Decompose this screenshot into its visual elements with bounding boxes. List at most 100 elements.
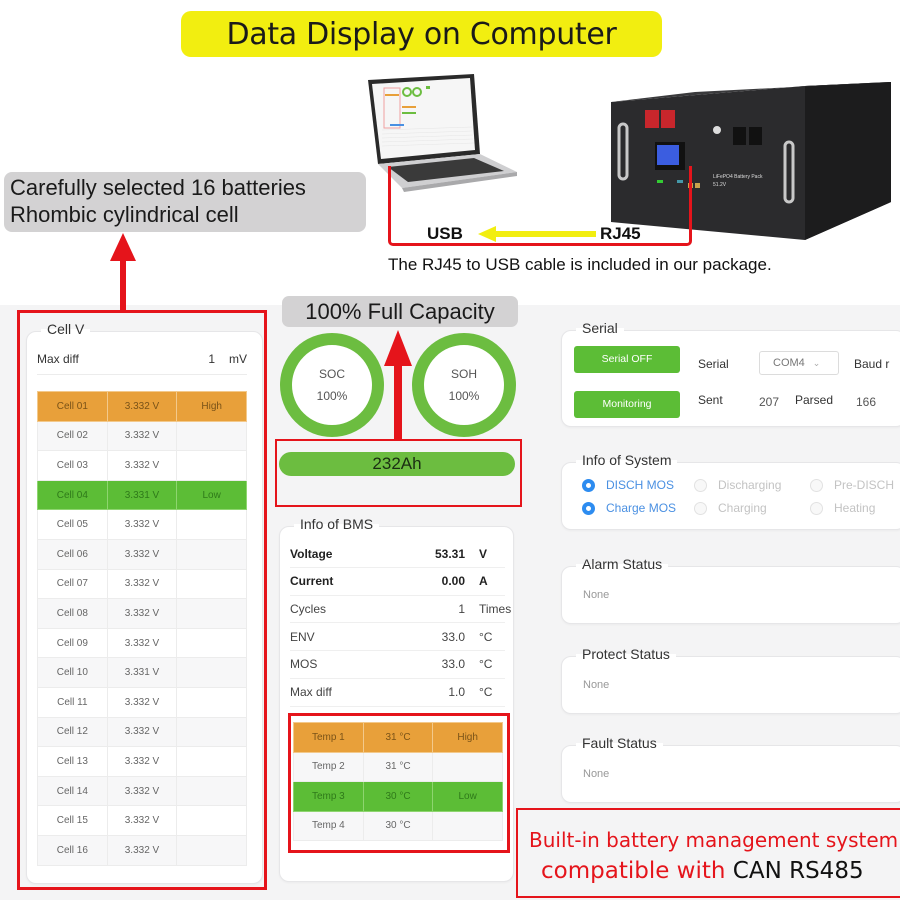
bms-info-key: Voltage — [290, 546, 333, 561]
chevron-down-icon: ⌄ — [812, 357, 821, 368]
fault-status-value: None — [583, 768, 610, 780]
rj45-label: RJ45 — [600, 224, 641, 243]
system-indicator: Pre-DISCH — [810, 478, 894, 492]
cell-row-name: Cell 07 — [37, 568, 108, 600]
temp-row: Temp 2 31 °C — [293, 751, 503, 782]
cell-row-flag — [176, 568, 247, 600]
cell-v-panel: Cell V Max diff 1 mV Cell 01 3.332 V High C… — [26, 321, 263, 884]
cell-row-flag — [176, 834, 247, 866]
bms-callout-line2: compatible with CAN RS485 — [541, 858, 864, 884]
cell-row: Cell 04 3.331 V Low — [37, 479, 247, 511]
bms-info-value: 1.0 — [448, 685, 465, 699]
temperature-table: Temp 1 31 °C High Temp 2 31 °C Temp 3 30 °C Low… — [293, 722, 503, 841]
temp-row-flag — [432, 751, 503, 782]
cell-row: Cell 02 3.332 V — [37, 420, 247, 452]
max-diff-unit: mV — [229, 352, 247, 366]
cell-row-flag — [176, 450, 247, 481]
cell-row-flag — [176, 746, 247, 777]
bms-info-row: MOS 33.0 °C — [290, 651, 505, 679]
cell-row-voltage: 3.332 V — [106, 598, 178, 629]
temp-row-flag — [432, 810, 503, 841]
bms-info-unit: °C — [479, 629, 493, 644]
cell-row-voltage: 3.332 V — [106, 391, 178, 422]
cell-row-name: Cell 01 — [37, 391, 108, 422]
bms-info-key: Current — [290, 574, 334, 589]
bms-info-unit: °C — [479, 685, 493, 699]
alarm-status-panel: Alarm Status None — [561, 556, 900, 624]
system-indicator-label: Discharging — [718, 478, 782, 492]
cell-row-flag: High — [176, 391, 247, 422]
bms-info-value: 33.0 — [441, 657, 465, 672]
baud-rate-label: Baud r — [854, 357, 890, 371]
capacity-bar: 232Ah — [279, 452, 515, 476]
monitoring-button[interactable]: Monitoring — [574, 391, 680, 418]
cell-row-flag — [176, 775, 247, 807]
system-info-legend: Info of System — [576, 452, 678, 468]
temp-row-flag: Low — [432, 781, 503, 812]
system-indicator-label: Charging — [718, 501, 767, 515]
cell-row: Cell 07 3.332 V — [37, 568, 247, 600]
radio-unchecked-icon — [694, 501, 707, 515]
bms-info-row: Max diff 1.0 °C — [290, 679, 505, 707]
cell-row-name: Cell 14 — [37, 775, 108, 807]
serial-off-button[interactable]: Serial OFF — [574, 346, 680, 373]
system-indicator-label: Pre-DISCH — [834, 478, 895, 492]
cell-row-flag — [176, 686, 247, 718]
max-diff-value: 1 — [208, 352, 215, 366]
cell-row-voltage: 3.331 V — [106, 657, 178, 688]
system-indicator: Heating — [810, 501, 875, 515]
cell-row-name: Cell 03 — [37, 450, 108, 481]
bms-info-unit: °C — [479, 657, 493, 672]
cell-row: Cell 13 3.332 V — [37, 746, 247, 777]
cell-row-voltage: 3.332 V — [106, 686, 178, 718]
cell-row-voltage: 3.332 V — [106, 627, 178, 659]
cell-row-name: Cell 13 — [37, 746, 108, 777]
soh-label: SOH — [450, 367, 477, 381]
parsed-label: Parsed — [795, 393, 834, 407]
soc-label: SOC — [318, 367, 345, 381]
cell-row-flag — [176, 657, 247, 688]
protect-status-value: None — [583, 679, 610, 691]
max-diff-label: Max diff — [37, 352, 79, 366]
cell-row-voltage: 3.332 V — [106, 568, 178, 600]
bms-info-key: Cycles — [290, 601, 327, 616]
bms-info-value: 1 — [458, 601, 465, 616]
cell-row: Cell 12 3.332 V — [37, 716, 247, 748]
protect-status-legend: Protect Status — [576, 646, 676, 662]
cell-row-name: Cell 12 — [37, 716, 108, 748]
cell-row-flag — [176, 420, 247, 452]
parsed-value: 166 — [856, 395, 877, 409]
cell-row-flag — [176, 509, 247, 540]
cell-row-name: Cell 15 — [37, 805, 108, 836]
capacity-callout: 100% Full Capacity — [282, 296, 518, 327]
system-indicator: Charging — [694, 501, 767, 515]
arrow-up-icon — [384, 330, 412, 440]
divider — [37, 374, 247, 375]
battery-label: LiFePO4 Battery Pack — [713, 174, 763, 180]
cell-row-voltage: 3.331 V — [106, 479, 178, 511]
cell-row-voltage: 3.332 V — [106, 450, 178, 481]
system-indicator-label: DISCH MOS — [606, 478, 675, 492]
temp-row-name: Temp 3 — [293, 781, 364, 812]
cell-row-flag: Low — [176, 479, 247, 511]
cell-row-voltage: 3.332 V — [106, 420, 178, 452]
cell-row-voltage: 3.332 V — [106, 775, 178, 807]
soc-value: 100% — [316, 389, 348, 403]
bms-compatibility-callout: Built-in battery management system compa… — [516, 808, 900, 898]
protect-status-panel: Protect Status None — [561, 646, 900, 714]
fault-status-legend: Fault Status — [576, 735, 663, 751]
serial-port-select[interactable]: COM4 ⌄ — [759, 351, 839, 375]
cell-row: Cell 09 3.332 V — [37, 627, 247, 659]
cell-row: Cell 03 3.332 V — [37, 450, 247, 481]
cell-row: Cell 08 3.332 V — [37, 598, 247, 629]
bms-callout-protocols: CAN RS485 — [732, 858, 864, 884]
serial-panel: Serial Serial OFF Monitoring Serial COM4… — [561, 320, 900, 427]
temp-row-name: Temp 4 — [293, 810, 364, 841]
bms-info-key: Max diff — [290, 685, 332, 699]
bms-info-row: Voltage 53.31 V — [290, 540, 505, 568]
bms-info-unit: Times — [479, 601, 512, 616]
cell-row-name: Cell 04 — [37, 479, 108, 511]
bms-info-value: 0.00 — [441, 574, 465, 589]
cell-row-voltage: 3.332 V — [106, 509, 178, 540]
cell-row: Cell 15 3.332 V — [37, 805, 247, 836]
